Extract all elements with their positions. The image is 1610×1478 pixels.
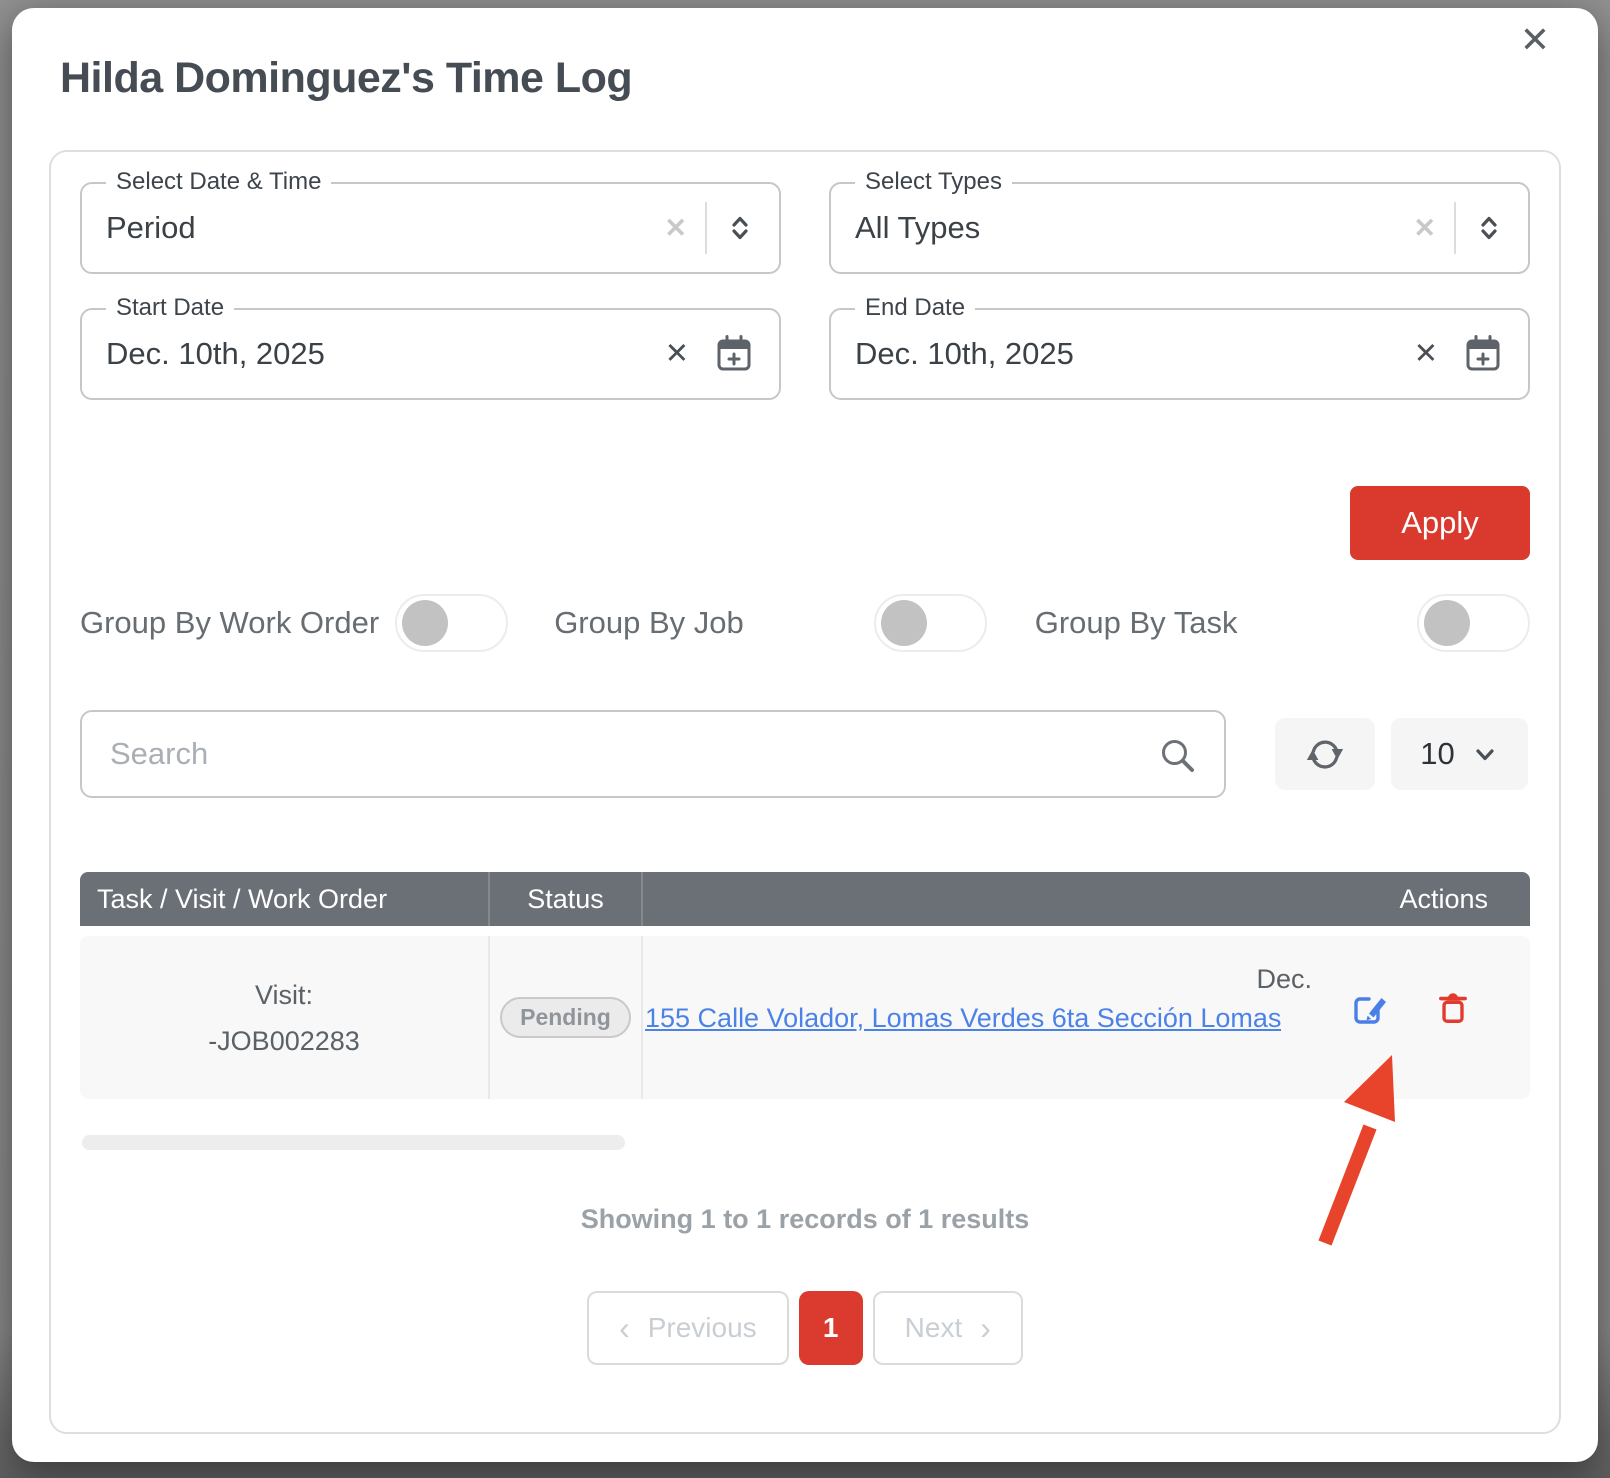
header-actions: Actions xyxy=(1399,883,1488,914)
screen-backdrop: Hilda Dominguez's Time Log ✕ Select Date… xyxy=(0,0,1610,1478)
date-time-select[interactable]: Select Date & Time Period ✕ xyxy=(80,168,781,274)
date-text: Dec. xyxy=(1256,964,1312,994)
search-icon[interactable] xyxy=(1158,736,1198,781)
current-page-button[interactable]: 1 xyxy=(798,1291,863,1365)
actions-cell xyxy=(1350,936,1530,1099)
apply-row: Apply xyxy=(80,486,1530,560)
page-title: Hilda Dominguez's Time Log xyxy=(60,54,633,102)
types-select-label: Select Types xyxy=(855,168,1012,196)
calendar-icon[interactable] xyxy=(1462,333,1504,375)
address-link[interactable]: 155 Calle Volador, Lomas Verdes 6ta Secc… xyxy=(645,1003,1281,1034)
select-spinner-icon[interactable] xyxy=(725,213,755,243)
visit-label: Visit: xyxy=(254,979,314,1010)
search-input[interactable] xyxy=(108,735,1140,773)
status-cell: Pending xyxy=(488,936,641,1099)
start-date-label: Start Date xyxy=(106,294,235,322)
search-box xyxy=(80,710,1226,798)
status-badge: Pending xyxy=(500,997,631,1038)
header-task-visit-work-order: Task / Visit / Work Order xyxy=(97,883,388,914)
group-by-task-label: Group By Task xyxy=(1034,605,1238,640)
divider xyxy=(1454,202,1456,254)
toggle-knob xyxy=(402,600,449,646)
refresh-icon xyxy=(1303,732,1347,776)
date-time-select-value: Period xyxy=(106,210,196,245)
date-time-select-label: Select Date & Time xyxy=(106,168,332,196)
clear-icon[interactable]: ✕ xyxy=(1414,339,1438,369)
toggle-knob xyxy=(880,600,927,646)
types-select-value: All Types xyxy=(855,210,981,245)
previous-label: Previous xyxy=(647,1312,757,1343)
apply-button[interactable]: Apply xyxy=(1350,486,1530,560)
previous-page-button[interactable]: ‹ Previous xyxy=(587,1291,789,1365)
refresh-button[interactable] xyxy=(1275,718,1375,790)
end-date-value: Dec. 10th, 2025 xyxy=(855,336,1074,371)
chevron-down-icon xyxy=(1471,740,1499,768)
toggle-knob xyxy=(1424,600,1470,646)
time-log-modal: Hilda Dominguez's Time Log ✕ Select Date… xyxy=(12,8,1598,1462)
group-by-job-toggle[interactable] xyxy=(873,594,987,652)
types-select[interactable]: Select Types All Types ✕ xyxy=(829,168,1530,274)
clear-icon[interactable]: ✕ xyxy=(664,214,687,242)
filter-fields: Select Date & Time Period ✕ Select Types xyxy=(80,168,1530,400)
start-date-field[interactable]: Start Date Dec. 10th, 2025 ✕ xyxy=(80,294,781,400)
content-card: Select Date & Time Period ✕ Select Types xyxy=(49,150,1561,1434)
chevron-right-icon: › xyxy=(980,1310,991,1346)
select-spinner-icon[interactable] xyxy=(1474,213,1504,243)
page-size-dropdown[interactable]: 10 xyxy=(1391,718,1528,790)
toolbar: 10 xyxy=(80,710,1530,798)
pagination: ‹ Previous 1 Next › xyxy=(80,1291,1530,1365)
group-by-task-toggle[interactable] xyxy=(1417,594,1530,652)
clear-icon[interactable]: ✕ xyxy=(665,339,689,369)
task-cell: Visit: -JOB002283 xyxy=(80,936,488,1099)
chevron-left-icon: ‹ xyxy=(619,1310,630,1346)
time-log-table: Task / Visit / Work Order Status Actions… xyxy=(80,872,1530,1150)
group-by-work-order-label: Group By Work Order xyxy=(80,605,380,640)
results-summary: Showing 1 to 1 records of 1 results xyxy=(580,1204,1030,1234)
end-date-label: End Date xyxy=(855,294,976,322)
header-status: Status xyxy=(488,872,641,926)
group-by-work-order-toggle[interactable] xyxy=(395,594,509,652)
horizontal-scrollbar-thumb[interactable] xyxy=(82,1135,625,1150)
details-cell: Dec. 155 Calle Volador, Lomas Verdes 6ta… xyxy=(641,936,1350,1099)
header-spacer xyxy=(641,872,1350,926)
job-number: -JOB002283 xyxy=(208,1025,360,1056)
group-by-job-label: Group By Job xyxy=(554,605,744,640)
table-header: Task / Visit / Work Order Status Actions xyxy=(80,872,1530,926)
group-toggles: Group By Work Order Group By Job Group B… xyxy=(80,594,1530,652)
delete-icon[interactable] xyxy=(1434,988,1472,1099)
end-date-field[interactable]: End Date Dec. 10th, 2025 ✕ xyxy=(829,294,1530,400)
page-size-value: 10 xyxy=(1420,736,1455,771)
start-date-value: Dec. 10th, 2025 xyxy=(106,336,325,371)
table-row: Visit: -JOB002283 Pending Dec. 155 Calle… xyxy=(80,936,1530,1099)
close-icon[interactable]: ✕ xyxy=(1520,22,1550,58)
clear-icon[interactable]: ✕ xyxy=(1413,214,1436,242)
next-label: Next xyxy=(904,1312,963,1343)
calendar-icon[interactable] xyxy=(713,333,755,375)
next-page-button[interactable]: Next › xyxy=(872,1291,1023,1365)
divider xyxy=(705,202,707,254)
edit-icon[interactable] xyxy=(1350,988,1390,1099)
